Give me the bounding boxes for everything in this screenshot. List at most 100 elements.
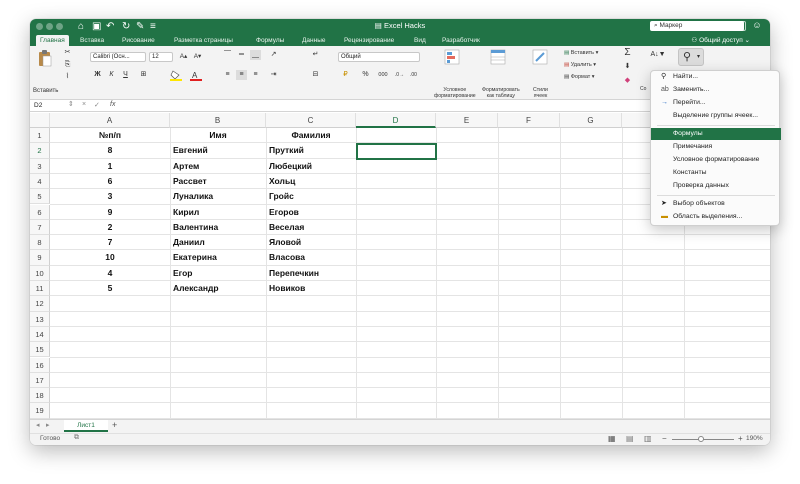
row-header-3[interactable]: 3 [30,158,50,174]
align-right-icon[interactable]: ≡ [250,70,261,80]
row-header-2[interactable]: 2 [30,143,50,159]
tab-page-layout[interactable]: Разметка страницы [170,35,237,46]
row-header-14[interactable]: 14 [30,326,50,343]
insert-cells-button[interactable]: ▤ Вставить ▾ [564,50,598,56]
menu-item-selection-pane[interactable]: ▬ Область выделения... [651,211,781,223]
menu-item-replace[interactable]: ab Заменить... [651,84,781,96]
row-header-6[interactable]: 6 [30,204,50,220]
column-header-d[interactable]: D [356,113,436,128]
number-format-select[interactable]: Общий [338,52,420,62]
name-box[interactable]: D2 [32,101,62,111]
data-cell[interactable]: Евгений [170,143,266,158]
data-cell[interactable]: Кирил [170,205,266,220]
macro-record-icon[interactable]: ⧉ [74,434,79,442]
row-header-12[interactable]: 12 [30,296,50,312]
format-painter-icon[interactable]: ⌇ [62,72,73,82]
text-orientation-icon[interactable]: ↗ [268,50,279,60]
cell-styles-icon[interactable] [532,49,550,65]
data-cell[interactable]: Егоров [266,205,356,220]
menu-item-formulas[interactable]: Формулы [651,128,781,140]
data-cell[interactable]: 2 [50,220,170,235]
format-as-table-icon[interactable] [490,49,508,65]
align-center-icon[interactable]: ≡ [236,70,247,80]
data-cell[interactable]: 4 [50,266,170,281]
font-name-select[interactable]: Calibri (Осн... [90,52,146,62]
tab-review[interactable]: Рецензирование [340,35,398,46]
wrap-text-icon[interactable]: ↵ [310,50,321,60]
align-top-icon[interactable]: ⎺ [222,50,233,60]
tab-insert[interactable]: Вставка [76,35,108,46]
column-header-b[interactable]: B [170,113,266,128]
row-header-16[interactable]: 16 [30,357,50,373]
row-header-17[interactable]: 17 [30,372,50,389]
delete-cells-button[interactable]: ▤ Удалить ▾ [564,62,596,68]
autosum-icon[interactable]: Σ [622,48,633,58]
data-cell[interactable]: 6 [50,174,170,189]
font-size-select[interactable]: 12 [149,52,173,62]
column-header-g[interactable]: G [560,113,622,128]
menu-item-constants[interactable]: Константы [651,167,781,179]
menu-item-select-objects[interactable]: ➤ Выбор объектов [651,198,781,210]
format-as-table-label[interactable]: Форматировать как таблицу [482,87,520,99]
data-cell[interactable]: Новиков [266,281,356,296]
data-cell[interactable]: Валентина [170,220,266,235]
data-cell[interactable]: Александр [170,281,266,296]
data-cell[interactable]: Веселая [266,220,356,235]
paste-icon[interactable] [37,50,53,68]
align-left-icon[interactable]: ≡ [222,70,233,80]
data-cell[interactable]: Любецкий [266,159,356,174]
italic-button[interactable]: К [106,70,117,80]
data-cell[interactable]: Пруткий [266,143,356,158]
page-break-view-icon[interactable]: ▥ [644,434,652,443]
selected-cell-d2[interactable] [356,143,437,160]
data-cell[interactable]: 1 [50,159,170,174]
cut-icon[interactable]: ✂ [62,48,73,58]
tab-home[interactable]: Главная [36,35,69,46]
data-cell[interactable]: 8 [50,143,170,158]
row-header-5[interactable]: 5 [30,189,50,205]
column-header-e[interactable]: E [436,113,498,128]
decrease-font-icon[interactable]: A▾ [192,52,203,62]
header-cell[interactable]: Фамилия [266,128,356,143]
column-header-f[interactable]: F [498,113,560,128]
data-cell[interactable]: Егор [170,266,266,281]
data-cell[interactable]: Даниил [170,235,266,250]
conditional-formatting-label[interactable]: Условное форматирование [434,87,476,99]
format-cells-button[interactable]: ▤ Формат ▾ [564,74,595,80]
sheet-tab-1[interactable]: Лист1 [64,420,108,432]
row-header-10[interactable]: 10 [30,265,50,281]
row-header-4[interactable]: 4 [30,173,50,190]
normal-view-icon[interactable]: ▦ [608,434,616,443]
tab-view[interactable]: Вид [410,35,430,46]
data-cell[interactable]: Гройс [266,189,356,204]
cell-styles-label[interactable]: Стили ячеек [533,87,548,99]
decrease-decimal-icon[interactable]: .00 [408,70,419,80]
search-close-button[interactable]: × [736,21,746,31]
fill-icon[interactable]: ⬇ [622,62,633,72]
data-cell[interactable]: 5 [50,281,170,296]
copy-icon[interactable]: ⎘ [62,60,73,70]
header-cell[interactable]: №п/п [50,128,170,143]
data-cell[interactable]: Яловой [266,235,356,250]
tab-data[interactable]: Данные [298,35,329,46]
data-cell[interactable]: Екатерина [170,250,266,265]
menu-item-data-validation[interactable]: Проверка данных [651,180,781,192]
currency-icon[interactable]: ₽ [340,70,351,80]
share-button[interactable]: ⚇ Общий доступ ⌄ [691,35,750,46]
align-middle-icon[interactable]: ═ [236,50,247,60]
menu-item-comments[interactable]: Примечания [651,141,781,153]
confirm-formula-icon[interactable]: ✓ [94,101,100,109]
row-header-8[interactable]: 8 [30,235,50,251]
data-cell[interactable]: Перепечкин [266,266,356,281]
find-select-button[interactable]: ⚲ ▾ [678,48,704,66]
align-bottom-icon[interactable]: ⎽ [250,50,261,60]
select-all-corner[interactable] [30,113,50,128]
row-header-9[interactable]: 9 [30,250,50,266]
data-cell[interactable]: 9 [50,205,170,220]
thousands-button[interactable]: 000 [376,70,390,80]
next-sheet-icon[interactable]: ▸ [46,421,50,429]
sort-filter-icon[interactable]: A↓▼ [650,50,666,60]
menu-item-find[interactable]: ⚲ Найти... [651,71,781,83]
menu-item-goto[interactable]: → Перейти... [651,97,781,109]
row-header-19[interactable]: 19 [30,403,50,419]
